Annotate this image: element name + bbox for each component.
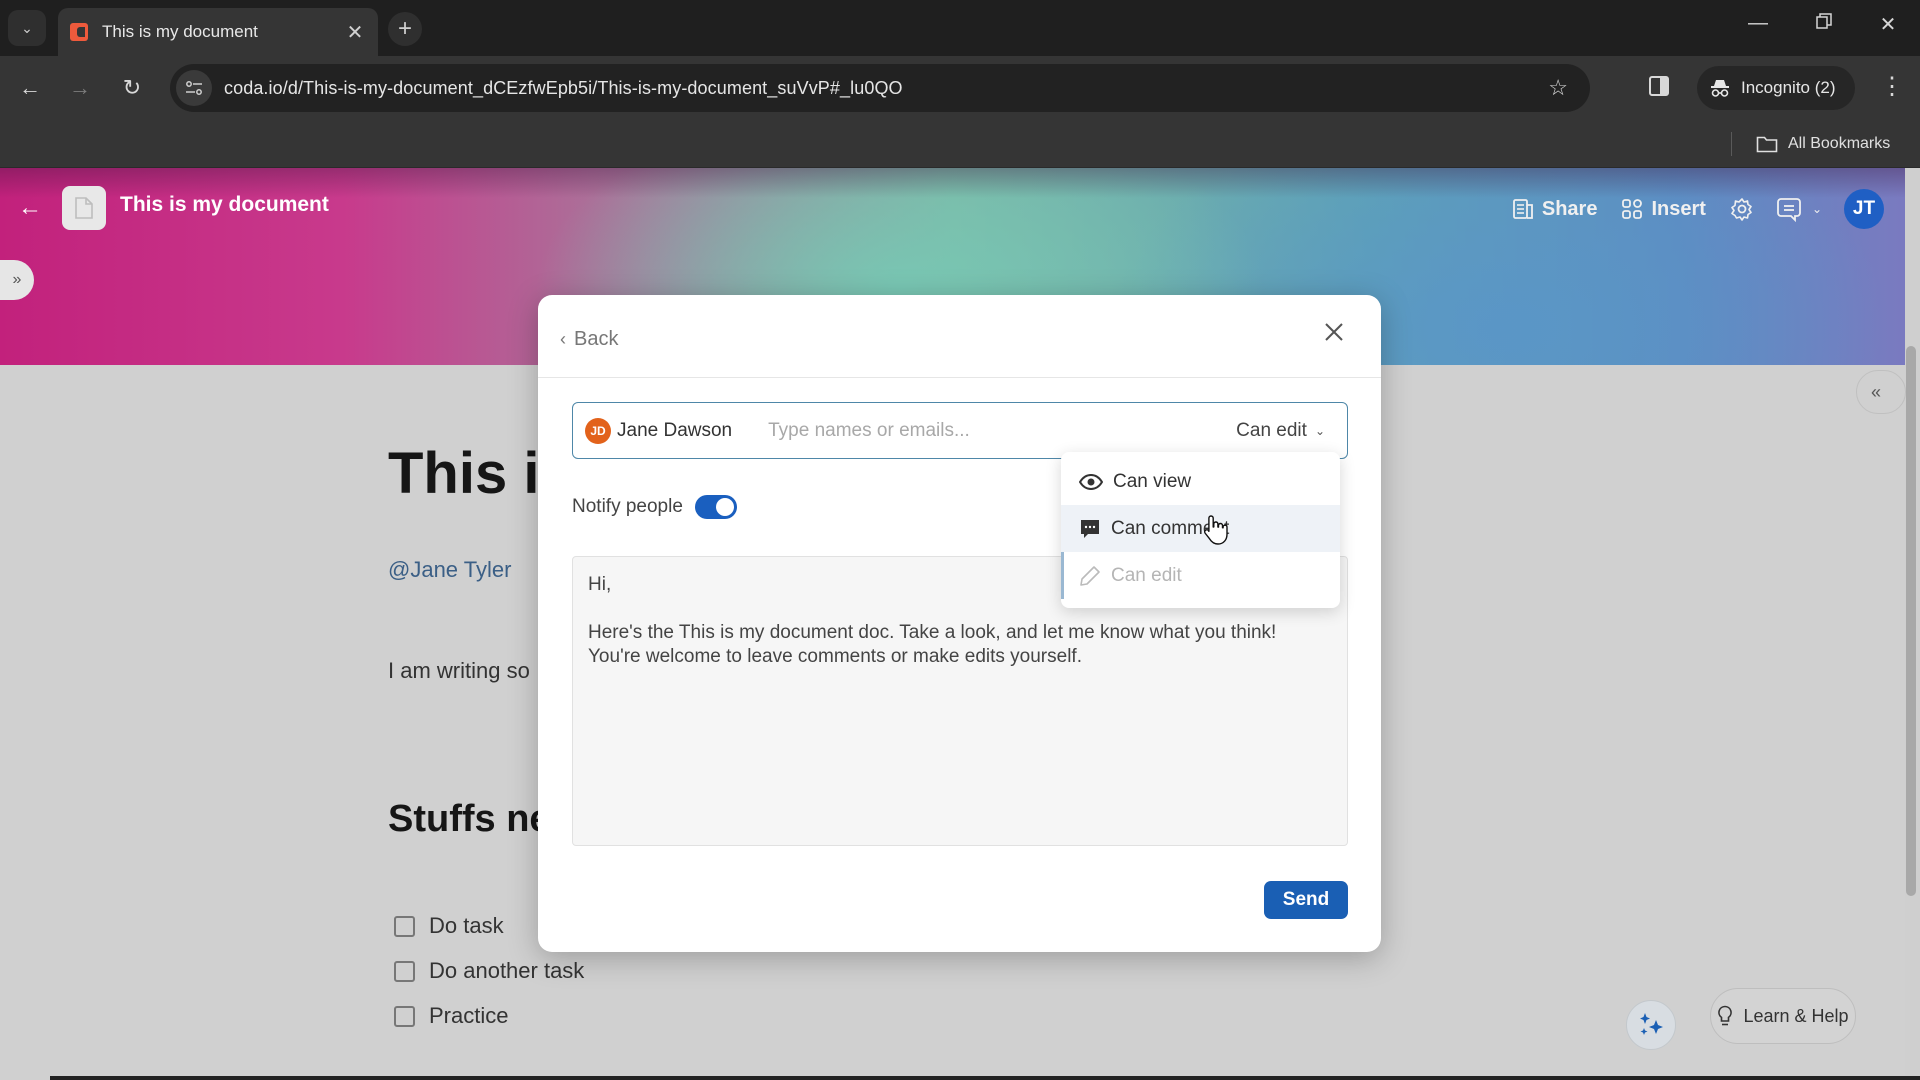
todo-item: Do another task — [394, 958, 584, 984]
insert-grid-icon — [1622, 199, 1643, 219]
option-label: Can view — [1113, 470, 1192, 492]
collapse-panel-icon[interactable]: « — [1856, 370, 1906, 414]
side-panel-icon[interactable] — [1648, 74, 1672, 102]
comments-icon[interactable] — [1776, 196, 1802, 222]
notify-people-toggle[interactable] — [694, 495, 737, 519]
share-dialog-header: ‹ Back — [538, 295, 1381, 378]
lightbulb-icon — [1718, 1005, 1733, 1026]
chevron-left-icon: ‹ — [560, 329, 566, 349]
permission-select[interactable]: Can edit ⌄ — [1236, 420, 1325, 442]
url-text[interactable]: coda.io/d/This-is-my-document_dCEzfwEpb5… — [224, 78, 1548, 99]
tab-title: This is my document — [102, 22, 258, 41]
share-button[interactable]: Share — [1512, 197, 1598, 221]
learn-help-button[interactable]: Learn & Help — [1710, 988, 1856, 1044]
browser-toolbar: ← → ↻ coda.io/d/This-is-my-document_dCEz… — [0, 56, 1920, 120]
names-emails-input[interactable] — [768, 419, 1237, 442]
send-button[interactable]: Send — [1264, 881, 1348, 919]
close-window-icon[interactable]: ✕ — [1868, 12, 1908, 37]
notify-people-row: Notify people — [572, 495, 737, 519]
bookmarks-divider — [1731, 132, 1732, 156]
all-bookmarks-button[interactable]: All Bookmarks — [1756, 130, 1890, 158]
share-doc-icon — [1512, 199, 1533, 219]
folder-icon — [1756, 136, 1778, 153]
sparkle-icon — [1640, 1013, 1663, 1035]
incognito-profile-button[interactable]: Incognito (2) — [1697, 66, 1855, 110]
recipient-name: Jane Dawson — [617, 419, 733, 441]
browser-menu-icon[interactable]: ⋮ — [1880, 72, 1904, 101]
tab-search-button[interactable]: ⌄ — [8, 10, 46, 46]
insert-button[interactable]: Insert — [1621, 197, 1706, 221]
todo-item: Do task — [394, 913, 504, 939]
back-arrow-icon[interactable]: ← — [14, 72, 46, 104]
user-mention[interactable]: @Jane Tyler — [388, 557, 511, 583]
settings-gear-icon[interactable] — [1730, 197, 1754, 221]
permission-option-can-edit[interactable]: Can edit — [1061, 552, 1340, 599]
todo-checkbox[interactable] — [394, 1005, 415, 1027]
share-dialog: ‹ Back JD Jane Dawson Can edit ⌄ Notify … — [538, 295, 1381, 952]
permission-option-can-view[interactable]: Can view — [1061, 458, 1340, 505]
chevron-down-icon: ⌄ — [21, 19, 33, 36]
site-settings-icon[interactable] — [176, 70, 212, 106]
learn-help-label: Learn & Help — [1743, 1005, 1849, 1026]
doc-header-actions: Share Insert ⌄ JT — [1512, 186, 1920, 232]
bookmark-star-icon[interactable]: ☆ — [1548, 75, 1568, 101]
doc-back-arrow-icon[interactable]: ← — [18, 194, 42, 222]
back-button[interactable]: ‹ Back — [560, 328, 618, 351]
tab-close-icon[interactable]: ✕ — [344, 20, 366, 45]
reload-icon[interactable]: ↻ — [116, 72, 148, 104]
forward-arrow-icon[interactable]: → — [64, 72, 96, 104]
share-recipients-field[interactable]: JD Jane Dawson Can edit ⌄ — [572, 402, 1348, 459]
eye-icon — [1079, 473, 1103, 490]
address-bar[interactable]: coda.io/d/This-is-my-document_dCEzfwEpb5… — [170, 64, 1590, 112]
recipient-avatar: JD — [585, 417, 611, 444]
page-scrollbar-thumb[interactable] — [1906, 346, 1916, 896]
comment-icon — [1081, 519, 1099, 538]
incognito-icon — [1709, 77, 1731, 99]
doc-page-icon[interactable] — [62, 186, 106, 230]
all-bookmarks-label: All Bookmarks — [1788, 135, 1891, 152]
recipient-chip[interactable]: JD Jane Dawson — [585, 417, 733, 444]
todo-checkbox[interactable] — [394, 960, 415, 982]
pencil-icon — [1080, 565, 1100, 586]
todo-checkbox[interactable] — [394, 915, 415, 937]
bottom-edge — [50, 1076, 1920, 1080]
coda-logo-icon — [70, 23, 88, 41]
todo-label[interactable]: Do task — [429, 913, 504, 939]
user-avatar[interactable]: JT — [1844, 189, 1884, 229]
close-dialog-icon[interactable] — [1323, 321, 1351, 349]
todo-label[interactable]: Do another task — [429, 958, 584, 984]
option-label: Can edit — [1111, 564, 1182, 586]
permission-value: Can edit — [1236, 419, 1307, 441]
doc-title[interactable]: This is my document — [120, 193, 329, 217]
browser-tab[interactable]: This is my document ✕ — [58, 8, 378, 56]
chevron-down-icon: ⌄ — [1314, 423, 1325, 438]
permission-dropdown-menu: Can view Can comment Can edit — [1061, 452, 1340, 608]
hand-pointer-cursor — [1203, 514, 1229, 551]
comments-dropdown-chevron-icon[interactable]: ⌄ — [1812, 202, 1822, 216]
share-label: Share — [1541, 197, 1598, 220]
restore-icon[interactable] — [1804, 12, 1844, 35]
todo-label[interactable]: Practice — [429, 1003, 508, 1029]
bookmarks-bar: All Bookmarks — [0, 120, 1920, 168]
back-label: Back — [574, 328, 619, 350]
new-tab-button[interactable]: + — [388, 12, 422, 46]
todo-item: Practice — [394, 1003, 508, 1029]
notify-people-label: Notify people — [572, 496, 683, 517]
permission-option-can-comment[interactable]: Can comment — [1061, 505, 1340, 552]
insert-label: Insert — [1651, 197, 1706, 220]
ai-assistant-button[interactable] — [1626, 1000, 1676, 1050]
profile-label: Incognito (2) — [1741, 78, 1836, 97]
doc-paragraph[interactable]: I am writing so — [388, 658, 530, 684]
browser-tab-bar: ⌄ This is my document ✕ + — ✕ — [0, 0, 1920, 56]
minimize-icon[interactable]: — — [1738, 12, 1778, 35]
